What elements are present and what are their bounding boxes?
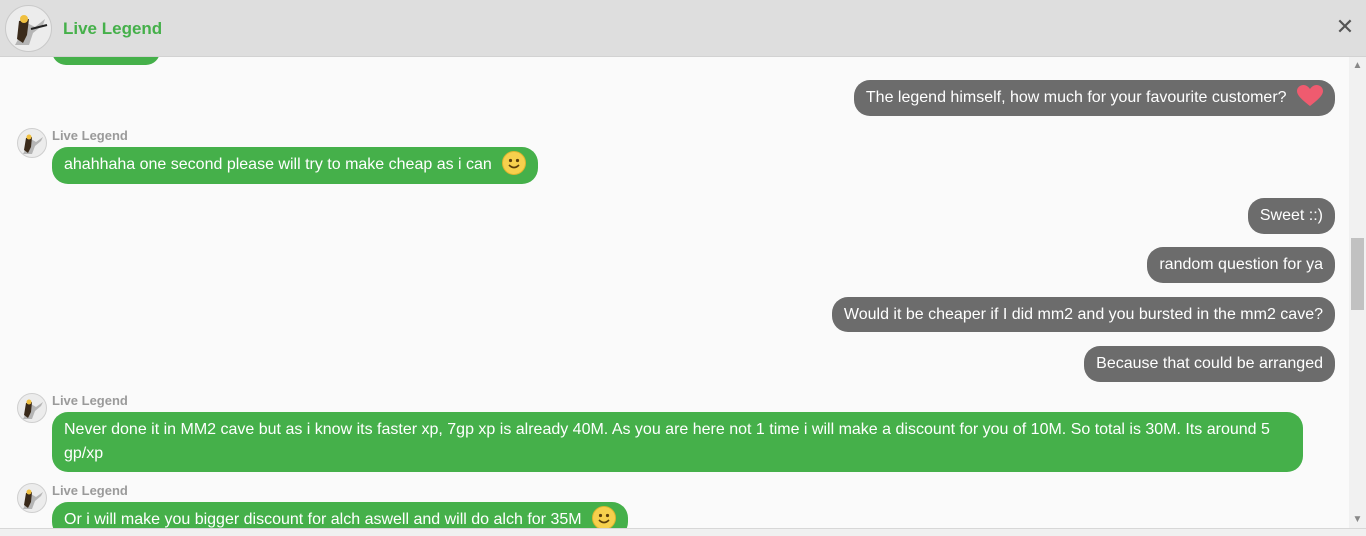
message-text: random question for ya xyxy=(1159,256,1323,273)
message-text: Because that could be arranged xyxy=(1096,355,1323,372)
smiley-icon xyxy=(502,151,527,176)
message-bubble-outgoing: random question for ya xyxy=(1147,247,1335,283)
message-text: ahahhaha one second please will try to m… xyxy=(64,156,492,173)
close-icon[interactable]: ✕ xyxy=(1334,16,1356,38)
message-text: Or i will make you bigger discount for a… xyxy=(64,511,582,528)
scroll-thumb[interactable] xyxy=(1351,238,1364,310)
contact-name: Live Legend xyxy=(63,19,163,38)
message-bubble-outgoing: Would it be cheaper if I did mm2 and you… xyxy=(831,297,1335,332)
message-bubble-outgoing: Sweet ::) xyxy=(1247,198,1335,234)
sender-avatar xyxy=(17,128,47,158)
chat-header: Live Legend ✕ xyxy=(0,0,1366,57)
contact-avatar[interactable] xyxy=(5,5,52,52)
message-text: Would it be cheaper if I did mm2 and you… xyxy=(843,306,1323,323)
message-bubble-incoming: ahahhaha one second please will try to m… xyxy=(52,147,539,184)
sender-name: Live Legend xyxy=(52,393,128,408)
sender-name: Live Legend xyxy=(52,483,128,498)
message-bubble-outgoing: Because that could be arranged xyxy=(1084,346,1335,382)
message-list[interactable]: The legend himself, how much for your fa… xyxy=(0,57,1366,528)
message-text: The legend himself, how much for your fa… xyxy=(865,89,1287,106)
vertical-scrollbar[interactable]: ▲ ▼ xyxy=(1349,57,1366,528)
scroll-down-icon[interactable]: ▼ xyxy=(1349,511,1366,528)
scroll-up-icon[interactable]: ▲ xyxy=(1349,57,1366,74)
smiley-icon xyxy=(592,506,617,528)
sender-avatar xyxy=(17,483,47,513)
heart-icon xyxy=(1297,85,1323,107)
sender-avatar xyxy=(17,393,47,423)
message-text: Never done it in MM2 cave but as i know … xyxy=(64,421,1270,462)
message-bubble-incoming: Or i will make you bigger discount for a… xyxy=(52,502,629,528)
message-text: Sweet ::) xyxy=(1259,207,1323,224)
sender-name: Live Legend xyxy=(52,128,128,143)
message-bubble-incoming: Never done it in MM2 cave but as i know … xyxy=(52,412,1303,472)
message-bubble-cut xyxy=(52,57,160,65)
message-bubble-outgoing: The legend himself, how much for your fa… xyxy=(853,80,1335,116)
